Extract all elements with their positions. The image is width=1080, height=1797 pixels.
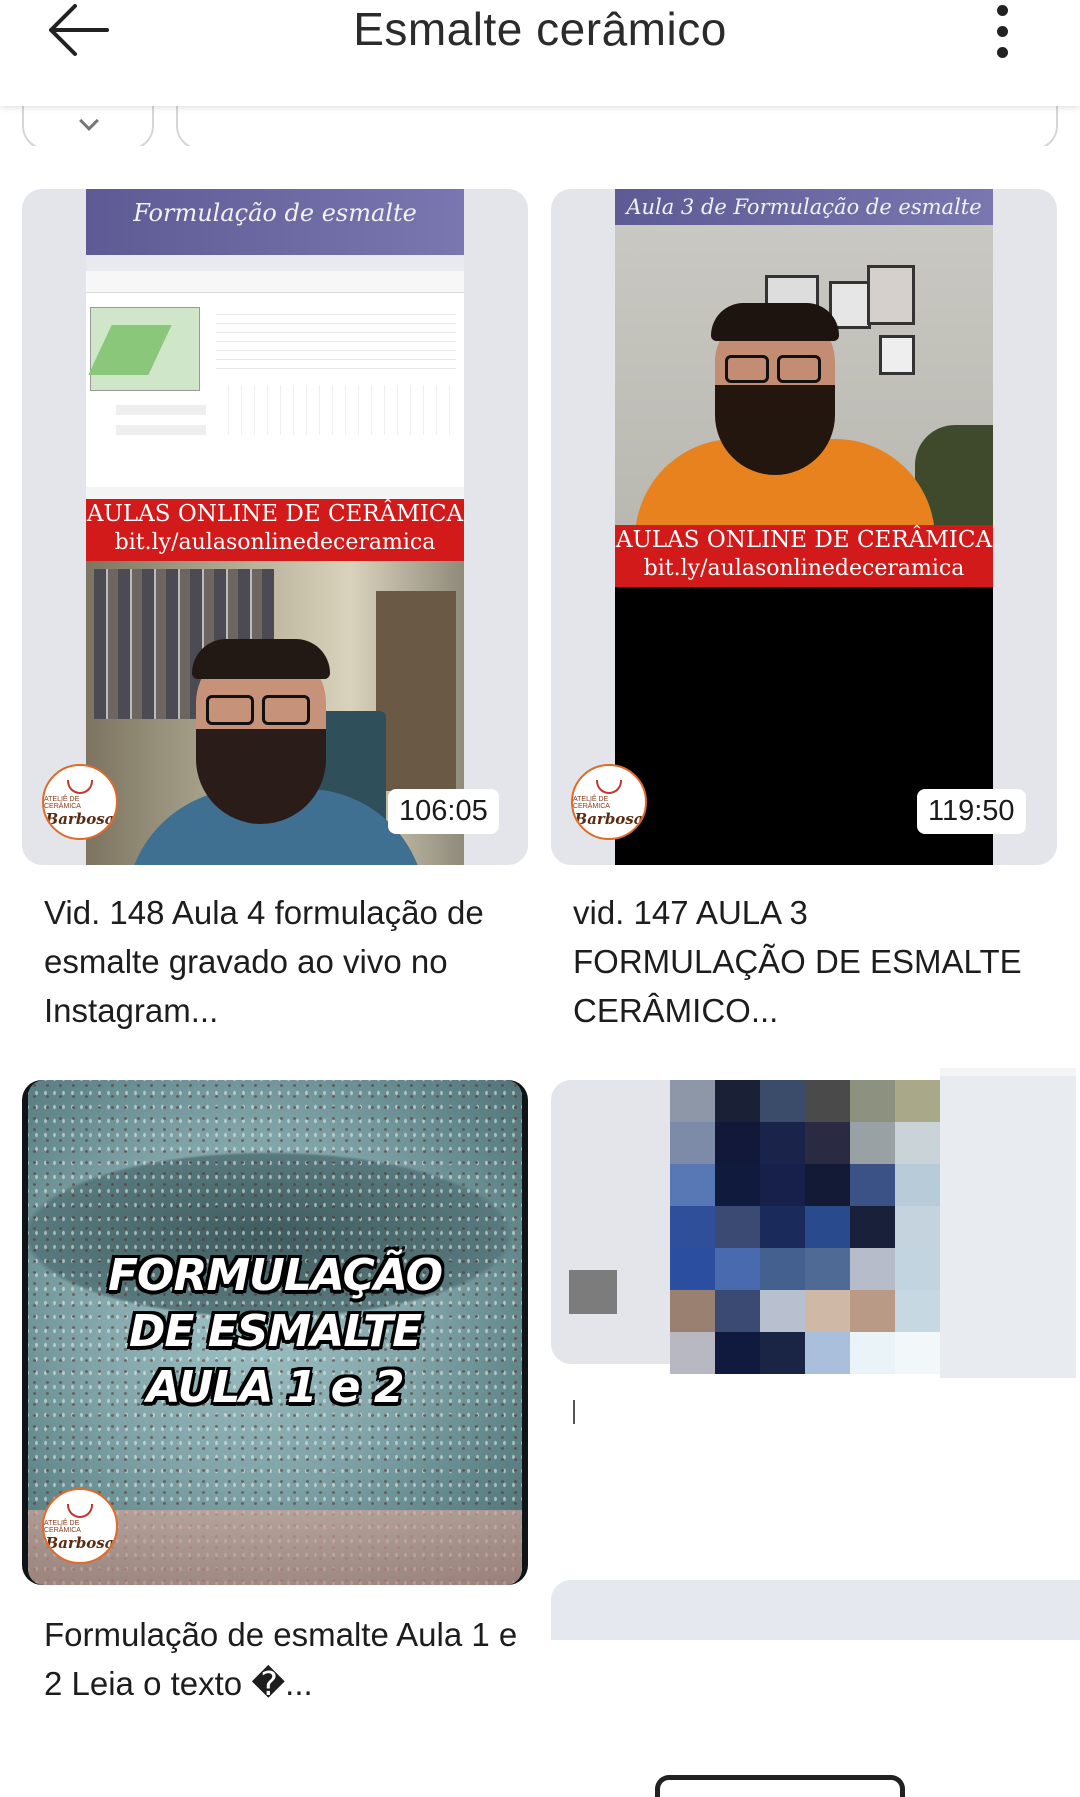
filter-bar <box>0 106 1080 146</box>
channel-avatar[interactable]: ATELIÊ DE CERÂMICA Barbosa <box>571 764 647 840</box>
video-title[interactable]: vid. 147 AULA 3 FORMULAÇÃO DE ESMALTE CE… <box>573 888 1047 1035</box>
promo-line-2: bit.ly/aulasonlinedeceramica <box>643 556 965 581</box>
video-title[interactable]: Formulação de esmalte Aula 1 e 2 Leia o … <box>44 1610 518 1708</box>
page-title: Esmalte cerâmico <box>353 3 727 55</box>
thumbnail-caption-overlay: FORMULAÇÃO DE ESMALTE AULA 1 e 2 <box>108 1250 443 1413</box>
video-thumbnail[interactable]: Aula 3 de Formulação de esmalte AULAS ON… <box>551 189 1057 865</box>
sort-chip[interactable] <box>22 106 154 146</box>
pixel-strip <box>940 1068 1076 1378</box>
chevron-down-icon <box>79 111 99 131</box>
more-options-button[interactable] <box>980 0 1024 62</box>
thumbnail-top-banner: Formulação de esmalte <box>86 189 464 255</box>
screen-capture <box>86 255 464 487</box>
skeleton-title <box>573 1400 575 1424</box>
duration-badge: 119:50 <box>917 789 1026 834</box>
thumbnail-top-banner: Aula 3 de Formulação de esmalte <box>615 189 993 225</box>
video-thumbnail[interactable]: FORMULAÇÃO DE ESMALTE AULA 1 e 2 ATELIÊ … <box>22 1080 528 1585</box>
skeleton-device <box>655 1775 905 1797</box>
search-field[interactable] <box>176 106 1058 146</box>
thumbnail-image: Aula 3 de Formulação de esmalte AULAS ON… <box>615 189 993 865</box>
promo-line-1: AULAS ONLINE DE CERÂMICA <box>615 527 993 553</box>
promo-banner: AULAS ONLINE DE CERÂMICA bit.ly/aulasonl… <box>86 499 464 561</box>
promo-line-2: bit.ly/aulasonlinedeceramica <box>114 530 436 555</box>
app-bar: Esmalte cerâmico <box>0 0 1080 106</box>
pixelated-preview <box>670 1080 940 1376</box>
channel-avatar[interactable]: ATELIÊ DE CERÂMICA Barbosa <box>42 764 118 840</box>
webcam-frame <box>615 225 993 559</box>
video-title[interactable]: Vid. 148 Aula 4 formulação de esmalte gr… <box>44 888 518 1035</box>
more-vertical-icon <box>996 4 1008 16</box>
skeleton-next-card <box>551 1580 1080 1640</box>
video-thumbnail[interactable]: Formulação de esmalte AULAS ONLINE DE CE… <box>22 189 528 865</box>
thumbnail-image: Formulação de esmalte AULAS ONLINE DE CE… <box>86 189 464 865</box>
promo-banner: AULAS ONLINE DE CERÂMICA bit.ly/aulasonl… <box>615 525 993 587</box>
duration-badge: 106:05 <box>388 789 499 834</box>
channel-avatar[interactable]: ATELIÊ DE CERÂMICA Barbosa <box>42 1488 118 1564</box>
promo-line-1: AULAS ONLINE DE CERÂMICA <box>86 501 464 527</box>
